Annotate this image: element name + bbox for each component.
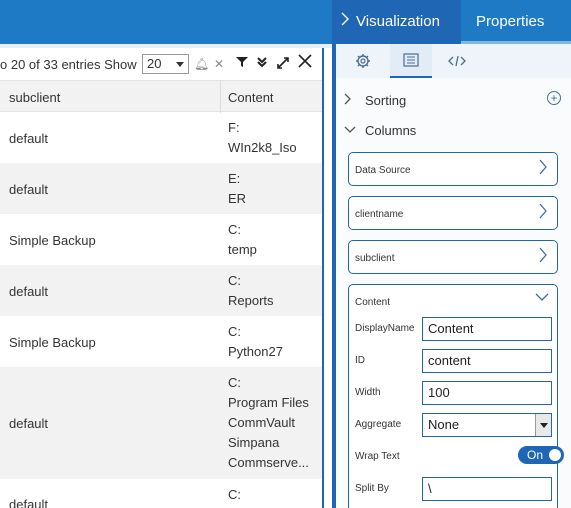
content-line: Python27 [228, 344, 283, 359]
display-name-label: DisplayName [355, 323, 415, 334]
table-toolbar: o 20 of 33 entries Show 20 🔔︎ ✕ [0, 48, 322, 80]
page-size-value: 20 [147, 56, 162, 71]
column-header-content[interactable]: Content [228, 90, 274, 105]
list-icon[interactable] [390, 44, 432, 78]
chevron-down-icon [176, 62, 184, 67]
cell-subclient: Simple Backup [9, 335, 96, 350]
chevron-right-icon [341, 12, 349, 29]
chevron-down-icon [535, 414, 551, 436]
column-card-data-source[interactable]: Data Source [348, 152, 558, 186]
bell-icon[interactable]: 🔔︎ [194, 56, 209, 72]
content-line: C: [228, 273, 241, 288]
content-line: C: [228, 487, 241, 502]
table-row[interactable]: default E: ER [0, 163, 322, 214]
cell-subclient: Simple Backup [9, 233, 96, 248]
page-size-select[interactable]: 20 [142, 54, 189, 74]
section-sorting[interactable]: Sorting + [336, 90, 571, 112]
split-by-label: Split By [355, 483, 389, 494]
column-card-content-expanded: Content DisplayName Content ID content W… [348, 284, 564, 508]
column-card-subclient[interactable]: subclient [348, 240, 558, 274]
content-line: F: [228, 120, 240, 135]
content-line: temp [228, 242, 257, 257]
content-line: ER [228, 191, 247, 206]
table-row[interactable]: default C: [0, 479, 322, 508]
width-label: Width [355, 387, 381, 398]
tab-visualization[interactable]: Visualization [336, 0, 461, 44]
cell-subclient: default [9, 497, 49, 508]
close-icon[interactable] [298, 54, 312, 72]
content-line: Reports [228, 293, 274, 308]
tab-visualization-label: Visualization [356, 13, 440, 30]
content-line: Commserve... [228, 455, 309, 470]
chevron-right-icon [344, 93, 352, 108]
cell-content: F: WIn2k8_Iso [228, 118, 297, 158]
content-line: E: [228, 171, 241, 186]
filter-icon[interactable] [236, 56, 248, 72]
width-field[interactable]: 100 [422, 381, 552, 405]
tab-properties[interactable]: Properties [461, 0, 571, 44]
display-name-field[interactable]: Content [422, 317, 552, 341]
content-line: Simpana [228, 435, 280, 450]
table-row[interactable]: Simple Backup C: Python27 [0, 316, 322, 367]
column-separator [220, 81, 221, 113]
id-label: ID [355, 355, 365, 366]
chevron-down-icon[interactable] [535, 289, 549, 305]
table-row[interactable]: default C: Reports [0, 265, 322, 316]
table-row[interactable]: Simple Backup C: temp [0, 214, 322, 265]
cell-content: C: Python27 [228, 322, 283, 362]
chevron-right-icon [539, 247, 547, 268]
toggle-state: On [527, 448, 544, 462]
expanded-card-title: Content [355, 297, 391, 308]
chevron-right-icon [539, 203, 547, 224]
cell-content: C: [228, 485, 241, 505]
properties-panel: Visualization Properties Sorting + Colum… [336, 0, 571, 508]
aggregate-select[interactable]: None [422, 413, 552, 437]
code-icon[interactable] [436, 44, 478, 78]
section-sorting-label: Sorting [365, 93, 407, 108]
wrap-text-toggle[interactable]: On [518, 446, 564, 464]
content-line: WIn2k8_Iso [228, 140, 297, 155]
entries-info: o 20 of 33 entries Show [0, 57, 137, 72]
cell-content: C: Reports [228, 271, 274, 311]
split-by-field[interactable]: \ [422, 477, 552, 501]
column-card-label: subclient [355, 253, 395, 264]
cell-subclient: default [9, 416, 49, 431]
cell-content: E: ER [228, 169, 246, 209]
column-header-subclient[interactable]: subclient [9, 90, 60, 105]
cell-content: C: temp [228, 220, 257, 260]
expand-icon[interactable] [276, 56, 290, 74]
chevron-right-icon [539, 159, 547, 180]
content-line: CommVault [228, 415, 295, 430]
clear-filter-icon[interactable]: ✕ [214, 56, 224, 72]
cell-subclient: default [9, 284, 49, 299]
table-row[interactable]: default F: WIn2k8_Iso [0, 112, 322, 163]
double-chevron-down-icon[interactable] [256, 56, 268, 72]
aggregate-label: Aggregate [355, 419, 402, 430]
column-card-label: clientname [355, 209, 404, 220]
gear-icon[interactable] [342, 44, 384, 78]
content-line: C: [228, 375, 241, 390]
chevron-down-icon [344, 123, 356, 137]
add-sort-icon[interactable]: + [547, 91, 561, 105]
content-line: Program Files [228, 395, 309, 410]
tab-properties-label: Properties [476, 13, 545, 30]
toggle-knob [549, 449, 561, 461]
cell-subclient: default [9, 131, 49, 146]
cell-content: C: Program Files CommVault Simpana Comms… [228, 373, 309, 473]
section-columns-label: Columns [365, 123, 417, 138]
data-table-panel: o 20 of 33 entries Show 20 🔔︎ ✕ subclien… [0, 48, 324, 508]
table-row[interactable]: default C: Program Files CommVault Simpa… [0, 367, 322, 479]
content-line: C: [228, 222, 241, 237]
content-line: C: [228, 324, 241, 339]
aggregate-value: None [428, 417, 460, 432]
icon-tab-bar [336, 44, 571, 78]
cell-subclient: default [9, 182, 49, 197]
section-columns[interactable]: Columns [336, 120, 571, 142]
wrap-text-label: Wrap Text [355, 451, 400, 462]
column-card-label: Data Source [355, 165, 411, 176]
id-field[interactable]: content [422, 349, 552, 373]
column-card-clientname[interactable]: clientname [348, 196, 558, 230]
table-header: subclient Content [0, 80, 322, 113]
